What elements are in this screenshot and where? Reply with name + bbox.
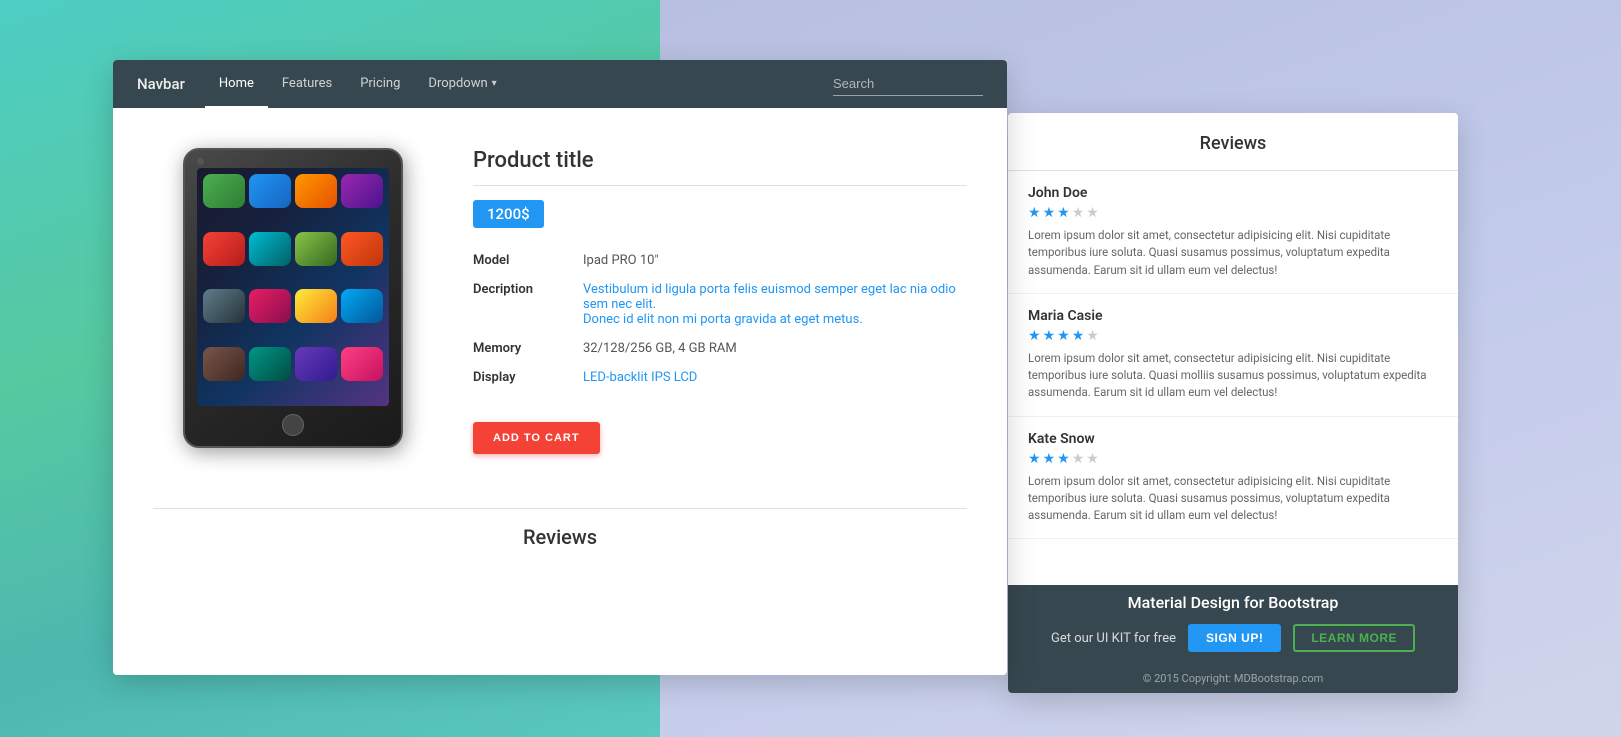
nav-link-features[interactable]: Features: [268, 60, 346, 108]
product-area: Product title 1200$ Model Ipad PRO 10" D…: [113, 108, 1007, 488]
ipad-camera-icon: [197, 158, 204, 165]
spec-value-description: Vestibulum id ligula porta felis euismod…: [583, 275, 967, 334]
review-text: Lorem ipsum dolor sit amet, consectetur …: [1028, 350, 1438, 402]
learn-more-button[interactable]: LEARN MORE: [1293, 624, 1415, 652]
navbar-search[interactable]: [833, 72, 983, 96]
footer-cta-buttons: Get our UI KIT for free SIGN UP! LEARN M…: [1051, 624, 1415, 652]
star-rating: ★ ★ ★ ★ ★: [1028, 451, 1438, 467]
star-5: ★: [1086, 451, 1099, 467]
star-5: ★: [1086, 328, 1099, 344]
review-item: Maria Casie ★ ★ ★ ★ ★ Lorem ipsum dolor …: [1008, 294, 1458, 417]
star-2: ★: [1043, 205, 1056, 221]
navbar-brand: Navbar: [137, 75, 185, 93]
spec-label-model: Model: [473, 246, 583, 275]
spec-row-description: Decription Vestibulum id ligula porta fe…: [473, 275, 967, 334]
star-2: ★: [1043, 328, 1056, 344]
reviews-section-main: Reviews: [113, 488, 1007, 549]
star-3: ★: [1057, 451, 1070, 467]
price-badge: 1200$: [473, 200, 544, 228]
review-item: Kate Snow ★ ★ ★ ★ ★ Lorem ipsum dolor si…: [1008, 417, 1458, 540]
nav-link-home[interactable]: Home: [205, 60, 268, 108]
spec-row-memory: Memory 32/128/256 GB, 4 GB RAM: [473, 334, 967, 363]
spec-desc-part1: Vestibulum id ligula porta felis euismod…: [583, 282, 956, 312]
app-icon: [249, 289, 291, 323]
spec-value-memory: 32/128/256 GB, 4 GB RAM: [583, 334, 967, 363]
product-image-col: [153, 138, 433, 458]
footer-copyright: © 2015 Copyright: MDBootstrap.com: [1143, 664, 1324, 685]
main-card: Navbar Home Features Pricing Dropdown ▾: [113, 60, 1007, 675]
signup-button[interactable]: SIGN UP!: [1188, 624, 1281, 652]
reviewer-name: Maria Casie: [1028, 308, 1438, 324]
spec-desc-part2: Donec id elit non mi porta gravida at eg…: [583, 312, 863, 327]
spec-label-display: Display: [473, 363, 583, 392]
spec-label-description: Decription: [473, 275, 583, 334]
app-icon: [295, 289, 337, 323]
app-icon: [295, 347, 337, 381]
star-3: ★: [1057, 328, 1070, 344]
app-icon: [341, 232, 383, 266]
app-icon: [203, 289, 245, 323]
review-item: John Doe ★ ★ ★ ★ ★ Lorem ipsum dolor sit…: [1008, 171, 1458, 294]
dropdown-arrow-icon: ▾: [492, 78, 497, 89]
ipad-screen: [197, 168, 389, 406]
spec-value-model: Ipad PRO 10": [583, 246, 967, 275]
app-icon: [341, 289, 383, 323]
add-to-cart-button[interactable]: ADD TO CART: [473, 422, 600, 454]
review-text: Lorem ipsum dolor sit amet, consectetur …: [1028, 473, 1438, 525]
star-rating: ★ ★ ★ ★ ★: [1028, 328, 1438, 344]
ipad-body: [183, 148, 403, 448]
ipad-home-button: [282, 414, 304, 436]
star-rating: ★ ★ ★ ★ ★: [1028, 205, 1438, 221]
star-2: ★: [1043, 451, 1056, 467]
nav-links: Home Features Pricing Dropdown ▾: [205, 60, 511, 108]
star-5: ★: [1086, 205, 1099, 221]
product-details: Product title 1200$ Model Ipad PRO 10" D…: [473, 138, 967, 458]
app-icon: [295, 174, 337, 208]
reviews-panel-title: Reviews: [1008, 113, 1458, 171]
navbar: Navbar Home Features Pricing Dropdown ▾: [113, 60, 1007, 108]
app-icon: [341, 174, 383, 208]
reviewer-name: John Doe: [1028, 185, 1438, 201]
reviewer-name: Kate Snow: [1028, 431, 1438, 447]
footer-cta: Material Design for Bootstrap Get our UI…: [1008, 585, 1458, 693]
product-title: Product title: [473, 148, 967, 173]
star-4: ★: [1072, 451, 1085, 467]
app-icon: [341, 347, 383, 381]
app-icon: [249, 347, 291, 381]
app-icon: [203, 232, 245, 266]
star-1: ★: [1028, 451, 1041, 467]
spec-value-display: LED-backlit IPS LCD: [583, 363, 967, 392]
footer-cta-title: Material Design for Bootstrap: [1128, 593, 1339, 612]
star-4: ★: [1072, 328, 1085, 344]
app-icon: [249, 174, 291, 208]
app-icon: [295, 232, 337, 266]
spec-row-model: Model Ipad PRO 10": [473, 246, 967, 275]
review-text: Lorem ipsum dolor sit amet, consectetur …: [1028, 227, 1438, 279]
product-image: [173, 148, 413, 458]
nav-link-pricing[interactable]: Pricing: [346, 60, 414, 108]
star-4: ★: [1072, 205, 1085, 221]
spec-row-display: Display LED-backlit IPS LCD: [473, 363, 967, 392]
reviews-title-main: Reviews: [153, 525, 967, 549]
app-icon: [203, 347, 245, 381]
search-input[interactable]: [833, 72, 983, 96]
spec-label-memory: Memory: [473, 334, 583, 363]
product-specs-table: Model Ipad PRO 10" Decription Vestibulum…: [473, 246, 967, 392]
section-divider: [153, 508, 967, 509]
nav-link-dropdown[interactable]: Dropdown ▾: [414, 60, 510, 108]
product-divider: [473, 185, 967, 186]
app-icon: [203, 174, 245, 208]
star-1: ★: [1028, 328, 1041, 344]
star-1: ★: [1028, 205, 1041, 221]
star-3: ★: [1057, 205, 1070, 221]
app-icon: [249, 232, 291, 266]
get-kit-text: Get our UI KIT for free: [1051, 631, 1176, 646]
back-card: Reviews John Doe ★ ★ ★ ★ ★ Lorem ipsum d…: [1008, 113, 1458, 693]
